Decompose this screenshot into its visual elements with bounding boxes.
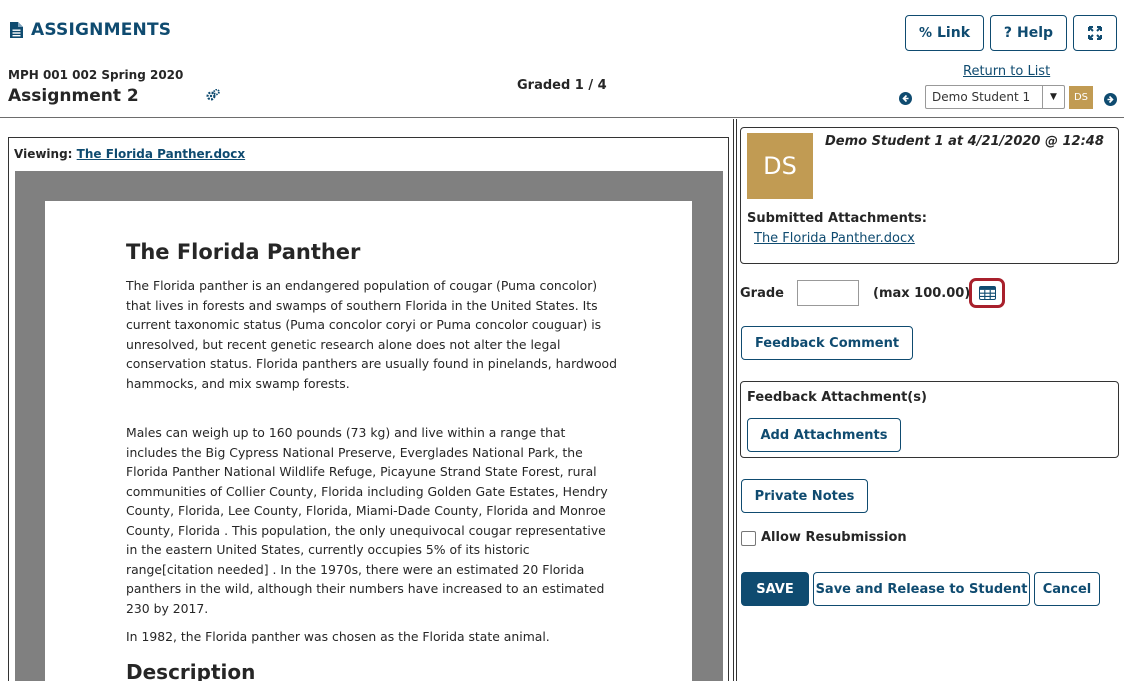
viewing-file-link[interactable]: The Florida Panther.docx bbox=[77, 147, 245, 161]
grade-input[interactable] bbox=[797, 280, 859, 306]
allow-resubmission-checkbox[interactable] bbox=[741, 531, 756, 546]
tool-title: ASSIGNMENTS bbox=[10, 20, 171, 40]
viewing-label: Viewing: bbox=[14, 147, 73, 161]
document-paragraph: In 1982, the Florida panther was chosen … bbox=[126, 629, 550, 644]
feedback-comment-button[interactable]: Feedback Comment bbox=[741, 326, 913, 360]
submission-info: Demo Student 1 at 4/21/2020 @ 12:48 bbox=[825, 134, 1104, 149]
next-student-button[interactable] bbox=[1104, 93, 1117, 106]
cancel-button[interactable]: Cancel bbox=[1034, 572, 1100, 606]
tool-title-text: ASSIGNMENTS bbox=[31, 20, 172, 40]
panel-divider-inner bbox=[736, 119, 737, 681]
arrow-left-icon bbox=[902, 94, 909, 103]
student-select[interactable]: Demo Student 1 ▼ bbox=[925, 85, 1065, 109]
graded-status: Graded 1 / 4 bbox=[517, 78, 607, 93]
expand-icon bbox=[1088, 26, 1102, 40]
fullscreen-button[interactable] bbox=[1073, 15, 1117, 51]
grade-label: Grade bbox=[740, 286, 784, 301]
private-notes-button[interactable]: Private Notes bbox=[741, 479, 868, 513]
feedback-attachments-label: Feedback Attachment(s) bbox=[747, 390, 927, 405]
save-button[interactable]: SAVE bbox=[741, 572, 809, 606]
return-to-list-link[interactable]: Return to List bbox=[963, 64, 1050, 79]
avatar: DS bbox=[747, 133, 813, 199]
document-title: The Florida Panther bbox=[126, 240, 361, 264]
submitted-attachment-link[interactable]: The Florida Panther.docx bbox=[754, 231, 915, 246]
link-button[interactable]: % Link bbox=[905, 15, 984, 51]
rubric-grid-button[interactable] bbox=[969, 278, 1005, 308]
question-icon: ? bbox=[1003, 25, 1013, 41]
document-paragraph: Males can weigh up to 160 pounds (73 kg)… bbox=[126, 425, 608, 616]
document-subheading: Description bbox=[126, 660, 256, 681]
link-icon: % bbox=[918, 25, 933, 41]
previous-student-button[interactable] bbox=[899, 92, 912, 105]
link-button-label: Link bbox=[937, 25, 971, 41]
document-icon bbox=[10, 22, 23, 38]
panel-divider bbox=[733, 119, 734, 681]
save-and-release-button[interactable]: Save and Release to Student bbox=[813, 572, 1030, 606]
chevron-down-icon: ▼ bbox=[1042, 86, 1064, 108]
add-attachments-button[interactable]: Add Attachments bbox=[747, 418, 901, 452]
help-button-label: Help bbox=[1017, 25, 1054, 41]
site-title: MPH 001 002 Spring 2020 bbox=[8, 68, 184, 82]
document-paragraph: The Florida panther is an endangered pop… bbox=[126, 278, 617, 391]
arrow-right-icon bbox=[1107, 95, 1114, 104]
allow-resubmission-label: Allow Resubmission bbox=[761, 530, 907, 545]
assignment-title: Assignment 2 bbox=[8, 86, 139, 106]
table-grid-icon bbox=[978, 286, 996, 300]
header-divider bbox=[0, 117, 1124, 118]
submitted-attachments-label: Submitted Attachments: bbox=[747, 211, 927, 226]
help-button[interactable]: ? Help bbox=[990, 15, 1067, 51]
student-select-value: Demo Student 1 bbox=[932, 90, 1031, 104]
settings-gears-icon[interactable] bbox=[206, 89, 220, 101]
student-avatar-small: DS bbox=[1069, 86, 1093, 109]
viewing-label-row: Viewing: The Florida Panther.docx bbox=[14, 147, 245, 161]
grade-max: (max 100.00) bbox=[873, 286, 971, 301]
